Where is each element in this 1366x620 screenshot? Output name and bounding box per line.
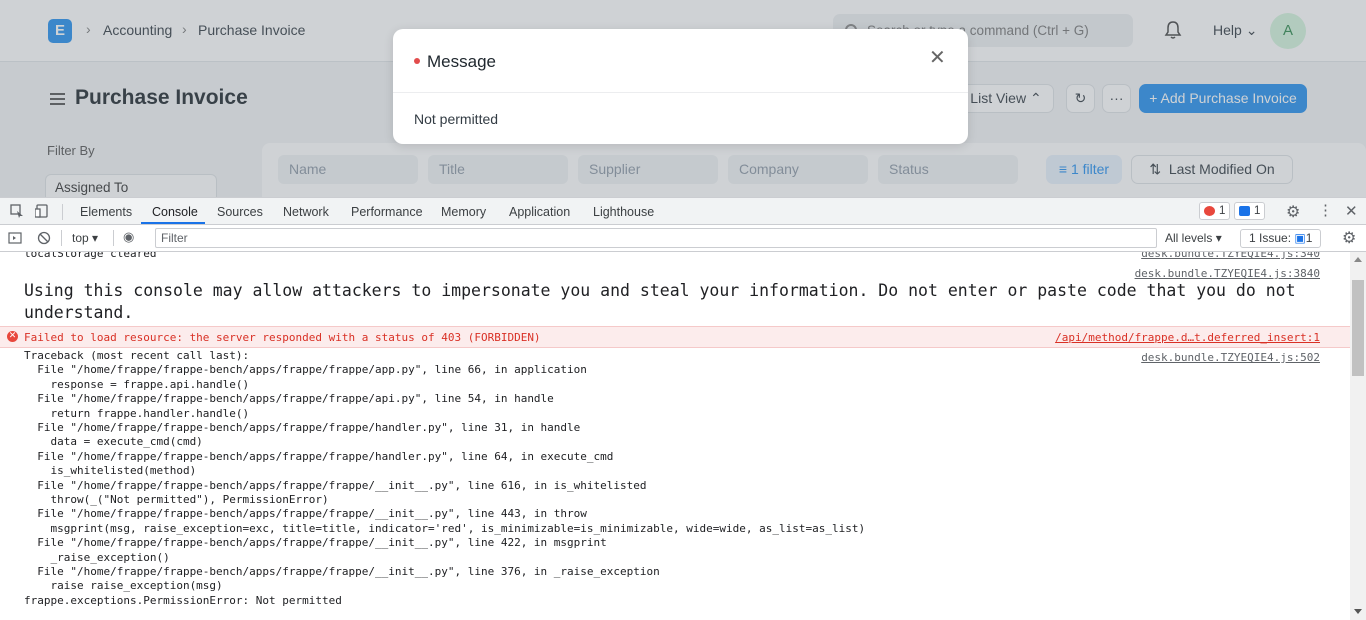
traceback-line: File "/home/frappe/frappe-bench/apps/fra… (24, 421, 581, 434)
console-settings-gear-icon[interactable]: ⚙ (1342, 228, 1356, 248)
dialog-title: Message (427, 52, 496, 71)
traceback-line: raise raise_exception(msg) (24, 579, 223, 593)
divider (61, 230, 62, 246)
message-counter[interactable]: 1 (1234, 202, 1266, 220)
divider (393, 92, 968, 93)
traceback-line: throw(_("Not permitted"), PermissionErro… (24, 493, 329, 506)
inspect-element-icon[interactable] (10, 204, 24, 218)
traceback-line: Traceback (most recent call last): (24, 349, 250, 362)
message-count: 1 (1254, 205, 1261, 217)
issue-message-icon: ▣ (1294, 231, 1306, 245)
issues-label: 1 Issue: (1249, 231, 1292, 245)
tab-network[interactable]: Network (283, 205, 329, 219)
console-output: localStorage cleared desk.bundle.TZYEQIE… (0, 252, 1350, 612)
traceback-line: _raise_exception() (24, 550, 170, 564)
traceback-line: File "/home/frappe/frappe-bench/apps/fra… (24, 507, 587, 521)
devtools-tabbar: Elements Console Sources Network Perform… (0, 198, 1366, 225)
scroll-down-arrow-icon[interactable] (1354, 609, 1362, 614)
source-link[interactable]: desk.bundle.TZYEQIE4.js:3840 (1135, 267, 1320, 280)
console-scrollbar[interactable] (1350, 252, 1366, 620)
tab-sources[interactable]: Sources (217, 205, 263, 219)
error-count: 1 (1219, 205, 1226, 217)
traceback-line: File "/home/frappe/frappe-bench/apps/fra… (24, 565, 660, 578)
traceback-line: return frappe.handler.handle() (24, 406, 250, 420)
traceback-line: File "/home/frappe/frappe-bench/apps/fra… (24, 449, 614, 463)
error-message: Failed to load resource: the server resp… (24, 331, 541, 344)
tab-lighthouse[interactable]: Lighthouse (593, 205, 654, 219)
settings-gear-icon[interactable]: ⚙ (1286, 202, 1300, 222)
close-devtools-icon[interactable]: ✕ (1345, 202, 1358, 220)
error-icon: ✕ (7, 331, 18, 342)
issues-count: 1 (1305, 231, 1313, 245)
dropdown-arrow-icon: ▾ (92, 231, 99, 245)
device-toolbar-icon[interactable] (35, 204, 49, 218)
console-filter-input[interactable]: Filter (155, 228, 1157, 248)
close-icon[interactable]: ✕ (929, 48, 946, 68)
traceback-line: msgprint(msg, raise_exception=exc, title… (24, 521, 866, 535)
source-link[interactable]: desk.bundle.TZYEQIE4.js:502 (1141, 351, 1320, 364)
scroll-up-arrow-icon[interactable] (1354, 257, 1362, 262)
traceback-line: frappe.exceptions.PermissionError: Not p… (24, 593, 342, 607)
divider (62, 204, 63, 220)
message-icon (1239, 206, 1250, 216)
divider (113, 230, 114, 246)
app-window: E › Accounting › Purchase Invoice Search… (0, 0, 1366, 197)
traceback-line: response = frappe.api.handle() (24, 377, 250, 391)
tab-performance[interactable]: Performance (351, 205, 423, 219)
traceback-line: is_whitelisted(method) (24, 464, 197, 478)
traceback-line: File "/home/frappe/frappe-bench/apps/fra… (24, 536, 607, 550)
scrollbar-thumb[interactable] (1352, 280, 1364, 376)
tab-application[interactable]: Application (509, 205, 570, 219)
sidebar-toggle-icon[interactable] (8, 231, 22, 245)
dialog-message: Not permitted (414, 111, 499, 127)
more-options-icon[interactable]: ⋮ (1318, 201, 1333, 219)
message-dialog: Message ✕ Not permitted (393, 29, 968, 144)
dropdown-arrow-icon: ▾ (1215, 231, 1222, 245)
issues-button[interactable]: 1 Issue: ▣1 (1240, 229, 1321, 248)
error-counter[interactable]: 1 (1199, 202, 1231, 220)
red-indicator-icon (414, 58, 420, 64)
tab-elements[interactable]: Elements (80, 205, 132, 219)
context-select[interactable]: top ▾ (72, 231, 98, 245)
traceback-line: File "/home/frappe/frappe-bench/apps/fra… (24, 363, 587, 377)
traceback-line: File "/home/frappe/frappe-bench/apps/fra… (24, 392, 554, 406)
console-log-line: localStorage cleared (24, 252, 157, 260)
tab-memory[interactable]: Memory (441, 205, 486, 219)
log-levels-dropdown[interactable]: All levels ▾ (1165, 231, 1222, 245)
source-link[interactable]: desk.bundle.TZYEQIE4.js:340 (1141, 252, 1320, 260)
levels-label: All levels (1165, 231, 1213, 245)
active-tab-indicator (141, 222, 205, 224)
self-xss-warning: Using this console may allow attackers t… (24, 281, 1296, 322)
clear-console-icon[interactable] (37, 231, 51, 245)
traceback-line: data = execute_cmd(cmd) (24, 435, 203, 449)
console-toolbar: top ▾ ◉ Filter All levels ▾ 1 Issue: ▣1 … (0, 225, 1366, 252)
context-label: top (72, 231, 89, 245)
eye-icon[interactable]: ◉ (123, 229, 134, 245)
error-source-link[interactable]: /api/method/frappe.d…t.deferred_insert:1 (1055, 331, 1320, 344)
tab-console[interactable]: Console (152, 205, 198, 219)
console-error-row: ✕ Failed to load resource: the server re… (0, 326, 1350, 348)
devtools-panel: Elements Console Sources Network Perform… (0, 197, 1366, 620)
error-icon (1204, 206, 1215, 216)
traceback-line: File "/home/frappe/frappe-bench/apps/fra… (24, 478, 647, 492)
